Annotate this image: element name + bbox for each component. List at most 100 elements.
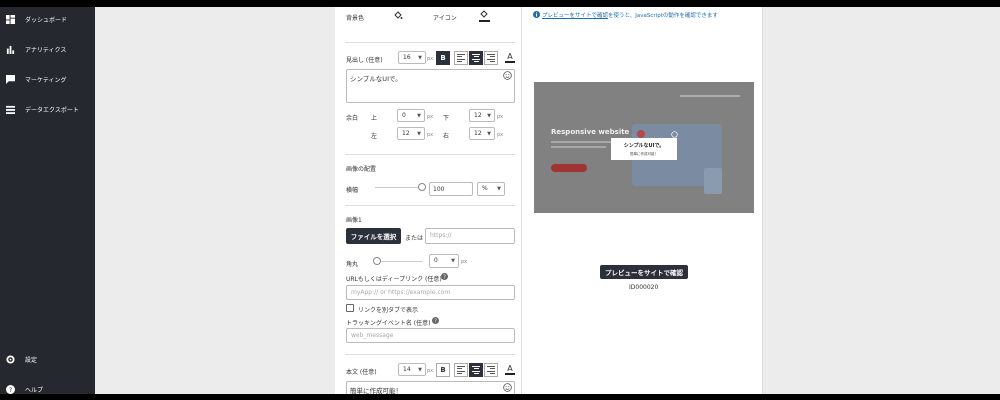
bottom-border: [0, 394, 1000, 400]
chevron-down-icon: ▼: [418, 367, 422, 373]
tracking-input[interactable]: web_message: [346, 328, 515, 343]
bold-button[interactable]: B: [436, 363, 450, 377]
radius-select[interactable]: 0 ▼: [429, 254, 459, 268]
new-tab-checkbox[interactable]: [346, 304, 354, 312]
input-placeholder: https://: [430, 232, 452, 239]
margin-bottom-select[interactable]: 12 ▼: [469, 109, 495, 122]
divider: [345, 42, 515, 43]
sidebar-item-marketing[interactable]: マーケティング: [6, 75, 67, 84]
new-tab-label: リンクを別タブで表示: [358, 307, 419, 314]
heading-font-size-select[interactable]: 16 ▼: [398, 51, 426, 64]
width-label: 横幅: [346, 187, 359, 194]
body-label: 本文 (任意): [346, 369, 377, 376]
margin-top-select[interactable]: 0 ▼: [397, 109, 425, 122]
heading-textarea[interactable]: シンプルなUIで。: [346, 69, 515, 103]
popup-body: 簡単に作成可能！: [630, 151, 658, 156]
text-color-icon[interactable]: A: [505, 363, 515, 376]
divider: [345, 205, 515, 206]
select-value: %: [482, 185, 488, 192]
sidebar-item-label: ダッシュボード: [25, 17, 68, 24]
align-left-button[interactable]: [454, 363, 468, 377]
mock-text-line: [551, 146, 606, 148]
width-input[interactable]: 100: [429, 182, 473, 196]
preview-info-link[interactable]: プレビューをサイトで確認: [542, 13, 608, 19]
icon-label: アイコン: [433, 15, 457, 22]
chevron-down-icon: ▼: [418, 55, 422, 61]
align-left-icon: [457, 366, 465, 374]
emoji-icon[interactable]: [503, 71, 512, 80]
sidebar-item-dashboard[interactable]: ダッシュボード: [6, 15, 67, 24]
chevron-down-icon: ▼: [487, 113, 491, 119]
editor-backdrop: [95, 0, 335, 400]
body-font-size-select[interactable]: 14 ▼: [398, 363, 426, 376]
unit-label: px: [427, 368, 434, 374]
help-icon[interactable]: ?: [441, 273, 448, 280]
help-icon[interactable]: ?: [432, 317, 439, 324]
unit-label: px: [497, 132, 504, 138]
divider: [345, 154, 515, 155]
align-center-icon: [472, 54, 480, 62]
margin-right-select[interactable]: 12 ▼: [469, 127, 495, 140]
sidebar-item-data-export[interactable]: データエクスポート: [6, 105, 79, 114]
bar-chart-icon: [6, 45, 15, 54]
emoji-icon[interactable]: [503, 383, 512, 392]
select-value: 12: [474, 130, 482, 137]
close-icon[interactable]: [671, 131, 678, 138]
mock-nav: [680, 95, 740, 97]
select-value: 0: [434, 257, 438, 264]
preview-on-site-button[interactable]: プレビューをサイトで確認: [600, 265, 688, 279]
or-label: または: [405, 235, 424, 242]
image-layout-label: 画像の配置: [346, 166, 377, 173]
heading-label: 見出し (任意): [346, 57, 383, 64]
width-slider-handle[interactable]: [418, 183, 426, 191]
input-placeholder: web_message: [351, 332, 394, 339]
help-icon: ?: [6, 385, 15, 394]
divider: [345, 354, 515, 355]
margin-left-label: 左: [371, 133, 378, 140]
align-left-icon: [457, 54, 465, 62]
align-left-button[interactable]: [454, 51, 468, 65]
sidebar-item-analytics[interactable]: アナリティクス: [6, 45, 66, 54]
radius-slider-handle[interactable]: [373, 257, 381, 265]
chevron-down-icon: ▼: [451, 258, 455, 264]
sidebar-item-help[interactable]: ? ヘルプ: [6, 385, 43, 394]
radius-slider-track[interactable]: [375, 261, 423, 262]
svg-text:A: A: [507, 364, 513, 373]
text-color-icon[interactable]: A: [505, 51, 515, 64]
sidebar: ダッシュボード アナリティクス マーケティング データエクスポート 設定 ? ヘ…: [0, 0, 95, 400]
width-unit-select[interactable]: % ▼: [477, 182, 505, 196]
radius-label: 角丸: [346, 261, 359, 268]
chat-icon: [6, 75, 15, 84]
align-center-button[interactable]: [469, 363, 483, 377]
mock-title: Responsive website: [551, 128, 630, 136]
paint-bucket-icon[interactable]: [393, 11, 403, 21]
align-right-button[interactable]: [484, 51, 498, 65]
bg-color-label: 背景色: [346, 15, 365, 22]
align-right-button[interactable]: [484, 363, 498, 377]
choose-file-button[interactable]: ファイルを選択: [346, 228, 401, 244]
input-value: 100: [433, 186, 445, 193]
preview-info: プレビューをサイトで確認を使うと、JavaScriptの動作を確認できます: [542, 11, 718, 19]
image-url-input[interactable]: https://: [425, 228, 515, 244]
chevron-down-icon: ▼: [417, 113, 421, 119]
svg-text:?: ?: [9, 387, 12, 394]
textarea-value: シンプルなUIで。: [350, 75, 402, 83]
sidebar-item-label: 設定: [25, 357, 38, 364]
mock-cta-button: [551, 164, 587, 172]
preview-id: ID000020: [629, 284, 659, 291]
link-input[interactable]: myApp:// or https://example.com: [346, 285, 515, 300]
align-center-icon: [472, 366, 480, 374]
icon-color-icon[interactable]: [479, 10, 490, 22]
align-center-button[interactable]: [469, 51, 483, 65]
bold-button[interactable]: B: [436, 51, 450, 65]
sidebar-item-settings[interactable]: 設定: [6, 355, 37, 364]
mock-avatar: [637, 130, 645, 138]
right-backdrop: [762, 0, 1000, 400]
margin-left-select[interactable]: 12 ▼: [397, 127, 425, 140]
svg-text:A: A: [507, 52, 513, 61]
margin-top-label: 上: [371, 115, 378, 122]
mock-text-line: [551, 141, 613, 143]
select-value: 14: [403, 366, 411, 373]
width-slider-track[interactable]: [375, 187, 423, 188]
margin-label: 余白: [346, 115, 359, 122]
